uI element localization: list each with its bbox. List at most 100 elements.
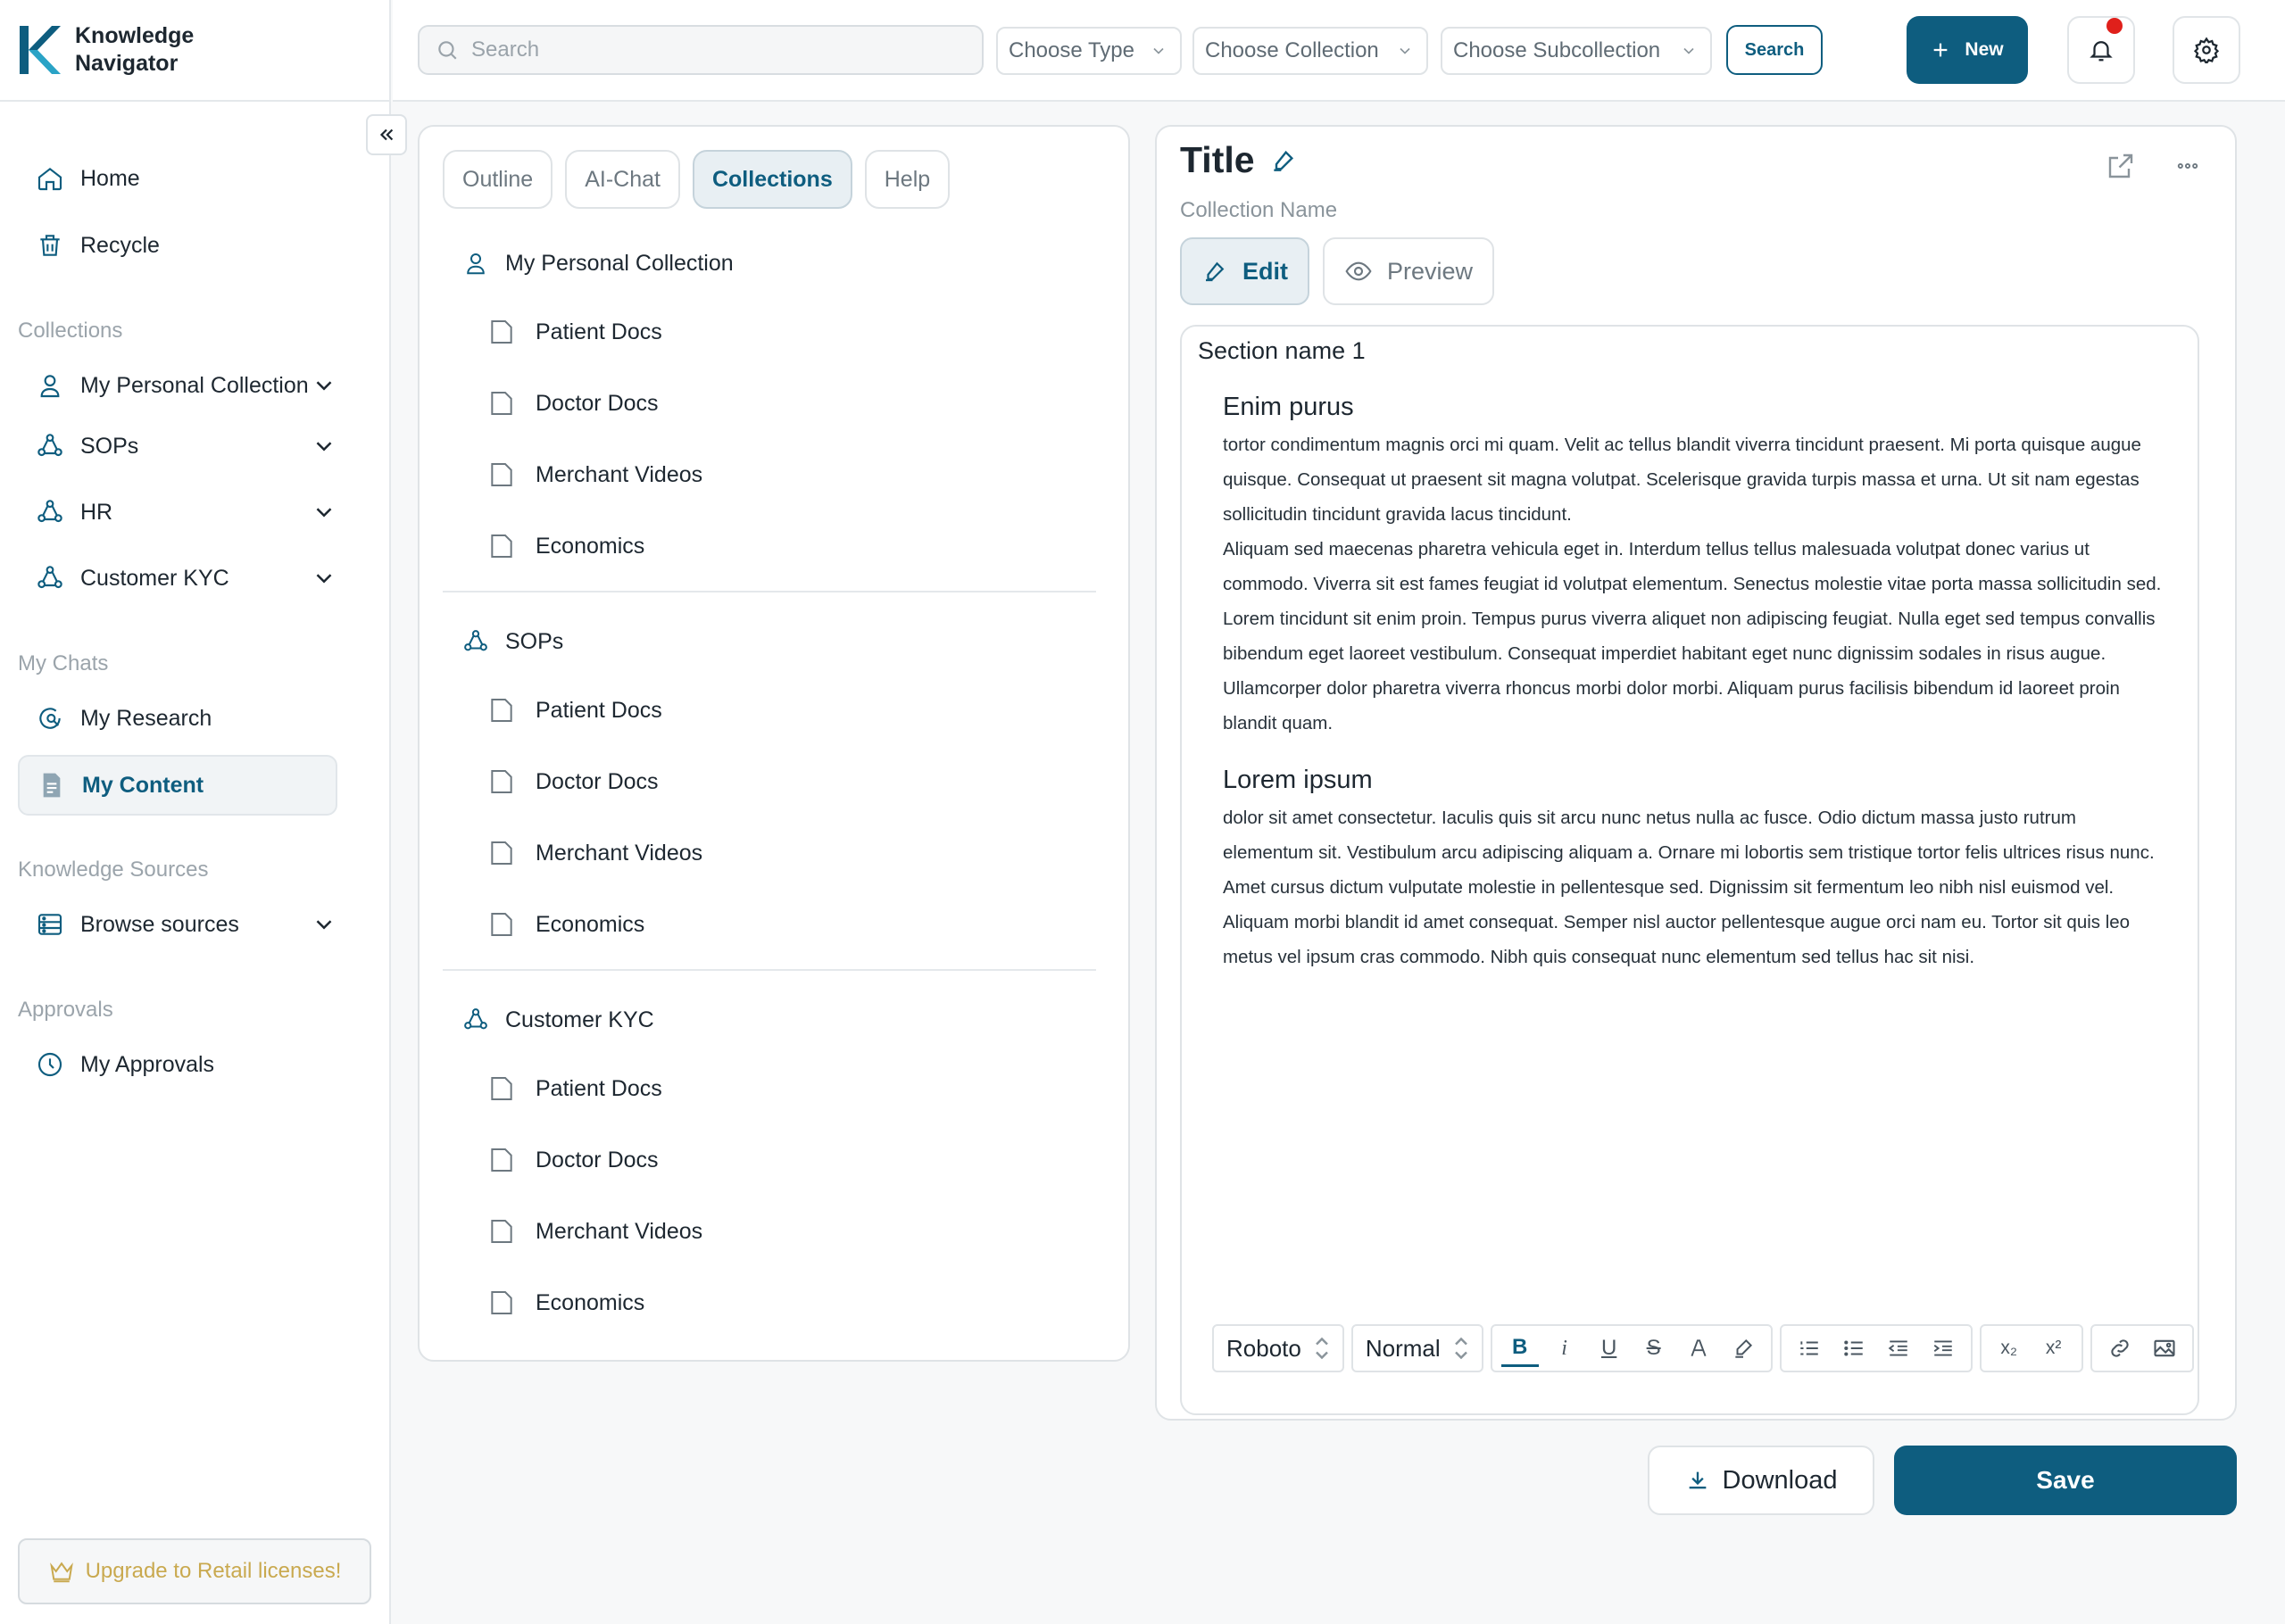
sidebar-item-my-content[interactable]: My Content: [18, 755, 337, 816]
tab-collections[interactable]: Collections: [692, 150, 852, 209]
collections-section-label: Collections: [18, 319, 123, 343]
image-button[interactable]: [2146, 1330, 2183, 1367]
collection-item[interactable]: Merchant Videos: [487, 460, 702, 489]
search-box[interactable]: [418, 25, 984, 75]
tab-help[interactable]: Help: [864, 150, 951, 209]
edit-mode-button[interactable]: Edit: [1180, 237, 1309, 305]
collection-item[interactable]: Doctor Docs: [487, 1146, 659, 1174]
collection-item[interactable]: Economics: [487, 910, 644, 939]
pencil-icon: [1206, 261, 1225, 282]
search-button[interactable]: Search: [1726, 25, 1823, 75]
sidebar-item-customer-kyc[interactable]: Customer KYC: [18, 548, 337, 609]
block-heading: Lorem ipsum: [1223, 766, 1373, 794]
collection-item[interactable]: Merchant Videos: [487, 1217, 702, 1246]
folder-icon: [491, 770, 512, 793]
collection-item[interactable]: Doctor Docs: [487, 767, 659, 796]
notifications-button[interactable]: [2067, 16, 2135, 84]
chevron-down-icon[interactable]: [311, 565, 337, 592]
edit-label: Edit: [1242, 257, 1288, 285]
sidebar-item-home[interactable]: Home: [18, 148, 337, 209]
link-button[interactable]: [2101, 1330, 2139, 1367]
indent-button[interactable]: [1924, 1330, 1962, 1367]
sidebar-item-hr[interactable]: HR: [18, 482, 337, 543]
link-icon: [2110, 1339, 2129, 1357]
collection-item[interactable]: Economics: [487, 532, 644, 560]
highlight-button[interactable]: [1724, 1330, 1762, 1367]
chevron-down-icon: [1400, 47, 1410, 54]
underline-button[interactable]: U: [1591, 1330, 1628, 1367]
outdent-button[interactable]: [1880, 1330, 1917, 1367]
app-name: Knowledge Navigator: [75, 23, 195, 76]
up-down-chevron-icon: [1454, 1337, 1467, 1360]
clock-icon: [37, 1052, 62, 1077]
gear-icon: [2193, 37, 2220, 63]
section-name: Section name 1: [1198, 337, 1366, 364]
settings-button[interactable]: [2173, 16, 2240, 84]
tab-outline[interactable]: Outline: [443, 150, 553, 209]
outdent-icon: [1888, 1340, 1907, 1356]
chevron-down-icon[interactable]: [311, 499, 337, 526]
editor-panel: Title Collection Name Edit Preview Secti…: [1155, 125, 2237, 1421]
sidebar-item-sops[interactable]: SOPs: [18, 416, 337, 476]
text-color-button[interactable]: [1680, 1330, 1717, 1367]
sidebar-item-recycle[interactable]: Recycle: [18, 215, 337, 276]
choose-subcollection-dropdown[interactable]: Choose Subcollection: [1441, 27, 1712, 75]
document-body[interactable]: Enim purus tortor condimentum magnis orc…: [1223, 393, 2169, 974]
preview-mode-button[interactable]: Preview: [1323, 237, 1495, 305]
collection-group-my-personal-collection[interactable]: My Personal Collection: [462, 250, 734, 277]
folder-icon: [491, 392, 512, 415]
save-button[interactable]: Save: [1894, 1446, 2237, 1515]
chevron-down-icon[interactable]: [311, 372, 337, 399]
ordered-list-button[interactable]: [1791, 1330, 1828, 1367]
strikethrough-button[interactable]: S: [1635, 1330, 1673, 1367]
sidebar-item-label: HR: [80, 499, 113, 525]
folder-icon: [491, 841, 512, 865]
choose-type-dropdown[interactable]: Choose Type: [996, 27, 1182, 75]
notification-badge: [2106, 18, 2123, 34]
sidebar-item-my-research[interactable]: My Research: [18, 688, 337, 749]
sidebar-item-my-approvals[interactable]: My Approvals: [18, 1034, 337, 1095]
collapse-sidebar-button[interactable]: [366, 114, 407, 155]
search-input[interactable]: [471, 37, 971, 62]
pencil-icon[interactable]: [1269, 146, 1298, 175]
more-options-icon[interactable]: [2173, 153, 2203, 178]
bullet-list-button[interactable]: [1835, 1330, 1873, 1367]
sidebar-item-my-personal-collection[interactable]: My Personal Collection: [18, 355, 337, 416]
group-icon: [37, 566, 62, 589]
collection-item[interactable]: Doctor Docs: [487, 389, 659, 418]
external-link-icon[interactable]: [2105, 150, 2137, 182]
collection-item-label: Merchant Videos: [536, 1218, 703, 1244]
collection-group-sops[interactable]: SOPs: [462, 628, 563, 655]
collection-item[interactable]: Patient Docs: [487, 1074, 662, 1103]
crown-icon: [49, 1562, 73, 1583]
folder-icon: [491, 1220, 512, 1243]
collection-item[interactable]: Economics: [487, 1288, 644, 1317]
subscript-button[interactable]: x₂: [1990, 1330, 2028, 1367]
text-style-select[interactable]: Normal: [1350, 1324, 1483, 1372]
collection-item-label: Merchant Videos: [536, 461, 703, 487]
collection-item[interactable]: Patient Docs: [487, 318, 662, 346]
document-editor[interactable]: Section name 1 Enim purus tortor condime…: [1180, 325, 2199, 1415]
font-select[interactable]: Roboto: [1212, 1324, 1344, 1372]
paragraph: Amet cursus dictum vulputate molestie in…: [1223, 877, 2131, 967]
superscript-button[interactable]: x²: [2035, 1330, 2073, 1367]
new-button[interactable]: New: [1907, 16, 2028, 84]
sidebar-item-label: Home: [80, 165, 140, 191]
collection-item[interactable]: Merchant Videos: [487, 839, 702, 867]
choose-collection-dropdown[interactable]: Choose Collection: [1192, 27, 1428, 75]
paragraph: Aliquam sed maecenas pharetra vehicula e…: [1223, 539, 2162, 733]
tab-ai-chat[interactable]: AI-Chat: [565, 150, 680, 209]
logo-area[interactable]: Knowledge Navigator: [0, 0, 389, 102]
sidebar-item-browse-sources[interactable]: Browse sources: [18, 894, 337, 955]
trash-icon: [40, 235, 60, 256]
italic-button[interactable]: i: [1546, 1330, 1583, 1367]
bold-button[interactable]: B: [1500, 1330, 1539, 1367]
collection-item[interactable]: Patient Docs: [487, 696, 662, 725]
upgrade-button[interactable]: Upgrade to Retail licenses!: [18, 1538, 371, 1604]
ordered-list-icon: [1799, 1341, 1818, 1355]
download-button[interactable]: Download: [1648, 1446, 1874, 1515]
document-title: Title: [1180, 139, 1298, 181]
chevron-down-icon[interactable]: [311, 433, 337, 460]
chevron-down-icon[interactable]: [311, 911, 337, 938]
collection-group-customer-kyc[interactable]: Customer KYC: [462, 1007, 654, 1033]
